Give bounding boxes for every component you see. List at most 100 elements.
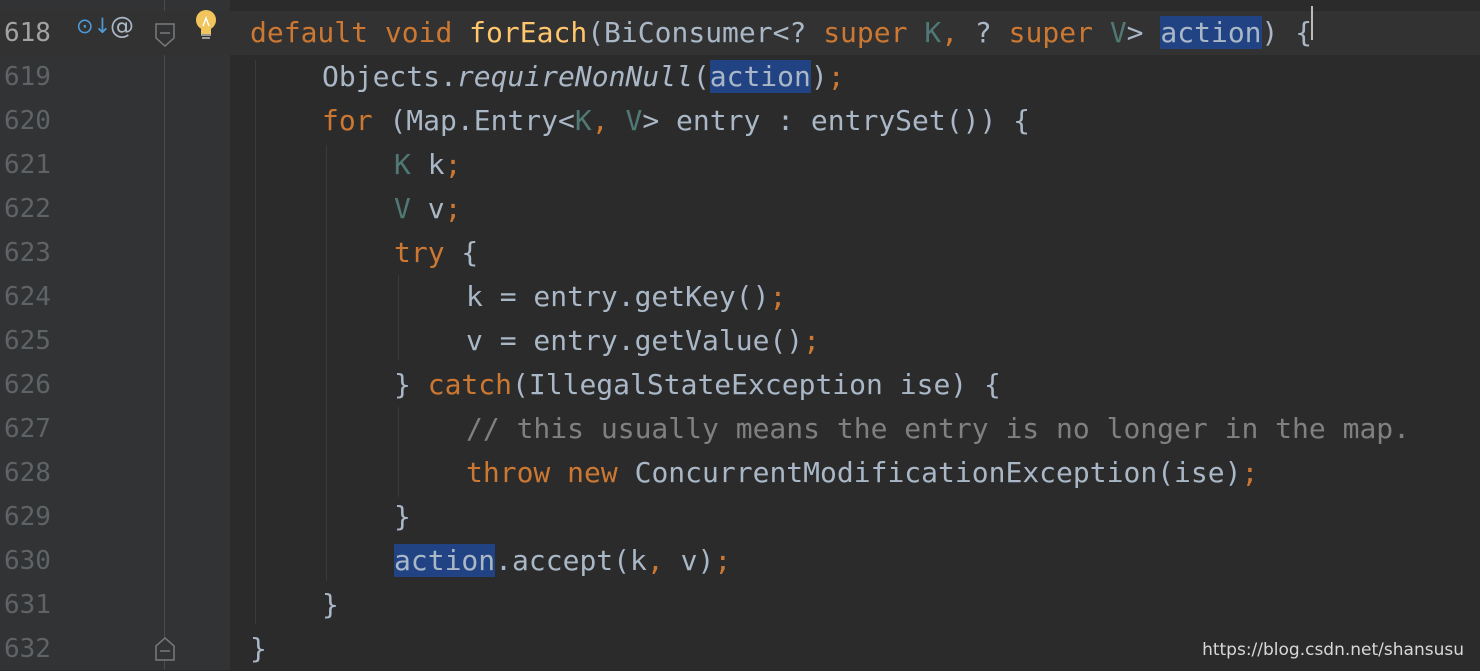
code-line[interactable]: 618 default void forEach(BiConsumer<? sup… [0,11,1480,55]
code-text[interactable]: throw new ConcurrentModificationExceptio… [466,451,1258,495]
line-number[interactable]: 625 [4,319,62,363]
code-token: super [1008,16,1093,49]
code-editor[interactable]: 618 default void forEach(BiConsumer<? sup… [0,0,1480,670]
text-caret [1311,6,1313,40]
lightbulb-icon[interactable] [193,8,219,40]
code-token: ? [958,16,1009,49]
code-token: .accept(k [495,544,647,577]
code-token: v [410,192,445,225]
line-number[interactable]: 628 [4,451,62,495]
code-token: ; [714,544,732,577]
line-number[interactable]: 632 [4,627,62,671]
line-number[interactable]: 630 [4,539,62,583]
line-number[interactable]: 631 [4,583,62,627]
code-token: } [250,632,267,665]
code-token: (Map.Entry< [372,104,575,137]
code-text[interactable]: k = entry.getKey(); [466,275,786,319]
code-token: void [384,16,453,49]
annotation-icon[interactable]: @ [110,12,134,40]
code-token: V [1109,16,1127,49]
code-text[interactable]: action.accept(k, v); [394,539,731,583]
code-text[interactable]: v = entry.getValue(); [466,319,820,363]
code-token: requireNonNull [456,60,693,93]
line-number[interactable]: 622 [4,187,62,231]
code-line[interactable]: 629} [0,495,1480,539]
code-token: ; [803,324,821,357]
code-token: } [322,588,339,621]
code-token: ; [444,148,462,181]
highlighted-identifier: action [709,60,811,93]
code-text[interactable]: } [322,583,339,627]
code-token: k [410,148,445,181]
code-token: (IllegalStateException ise) { [512,368,1001,401]
code-token: v) [663,544,715,577]
code-token: // this usually means the entry is no lo… [466,412,1411,445]
code-token: v = entry.getValue() [466,324,804,357]
code-token: forEach [469,16,588,49]
fold-expand-icon[interactable] [154,636,176,662]
line-number[interactable]: 623 [4,231,62,275]
line-number[interactable]: 626 [4,363,62,407]
code-line[interactable]: 627 // this usually means the entry is no… [0,407,1480,451]
code-token: , [941,16,959,49]
code-token: throw [466,456,551,489]
code-text[interactable]: // this usually means the entry is no lo… [466,407,1410,451]
line-number[interactable]: 629 [4,495,62,539]
code-line[interactable]: 626} catch(IllegalStateException ise) { [0,363,1480,407]
code-token: catch [427,368,513,401]
code-text[interactable]: } catch(IllegalStateException ise) { [394,363,1001,407]
code-token: ( [692,60,710,93]
code-token: (BiConsumer<? [587,16,824,49]
code-line[interactable]: 621 K k; [0,143,1480,187]
code-token: ConcurrentModificationException(ise) [617,456,1242,489]
line-number[interactable]: 618 [4,11,62,55]
code-text[interactable]: V v; [394,187,461,231]
code-token: ; [769,280,787,313]
line-number[interactable]: 619 [4,55,62,99]
code-token: { [444,236,479,269]
line-number[interactable]: 627 [4,407,62,451]
code-token: K [924,16,942,49]
code-token: , [591,104,609,137]
code-line[interactable]: 630 action.accept(k, v); [0,539,1480,583]
code-line[interactable]: 623 try { [0,231,1480,275]
code-line[interactable]: 625 v = entry.getValue(); [0,319,1480,363]
code-token: } [394,368,428,401]
code-text[interactable]: Objects.requireNonNull(action); [322,55,845,99]
code-token: Objects. [322,60,457,93]
code-text[interactable]: try { [394,231,478,275]
code-text[interactable]: } [394,495,411,539]
code-token: V [394,192,411,225]
code-text[interactable]: for (Map.Entry<K, V> entry : entrySet())… [322,99,1030,143]
line-number[interactable]: 624 [4,275,62,319]
code-text[interactable]: K k; [394,143,461,187]
code-token: try [394,236,445,269]
code-line[interactable]: 622 V v; [0,187,1480,231]
code-token: new [567,456,618,489]
code-token: for [322,104,373,137]
code-line[interactable]: 619 Objects.requireNonNull(action); [0,55,1480,99]
code-token: ; [444,192,462,225]
code-token: V [625,104,643,137]
code-token: default [250,16,369,49]
fold-collapse-icon[interactable] [154,22,176,48]
line-number[interactable]: 620 [4,99,62,143]
code-line[interactable]: 631} [0,583,1480,627]
code-text[interactable]: default void forEach(BiConsumer<? super … [250,11,1312,55]
code-line[interactable]: 628 throw new ConcurrentModificationExcep… [0,451,1480,495]
override-method-icon[interactable]: ⊙↓ [76,14,111,38]
line-number[interactable]: 621 [4,143,62,187]
highlighted-identifier: action [1160,16,1262,49]
code-line[interactable]: 620 for (Map.Entry<K, V> entry : entrySet… [0,99,1480,143]
code-token: ) { [1261,16,1313,49]
code-token: } [394,500,411,533]
code-line[interactable]: 624 k = entry.getKey(); [0,275,1480,319]
highlighted-identifier: action [394,544,496,577]
code-token: K [394,148,411,181]
code-text[interactable]: } [250,627,267,671]
